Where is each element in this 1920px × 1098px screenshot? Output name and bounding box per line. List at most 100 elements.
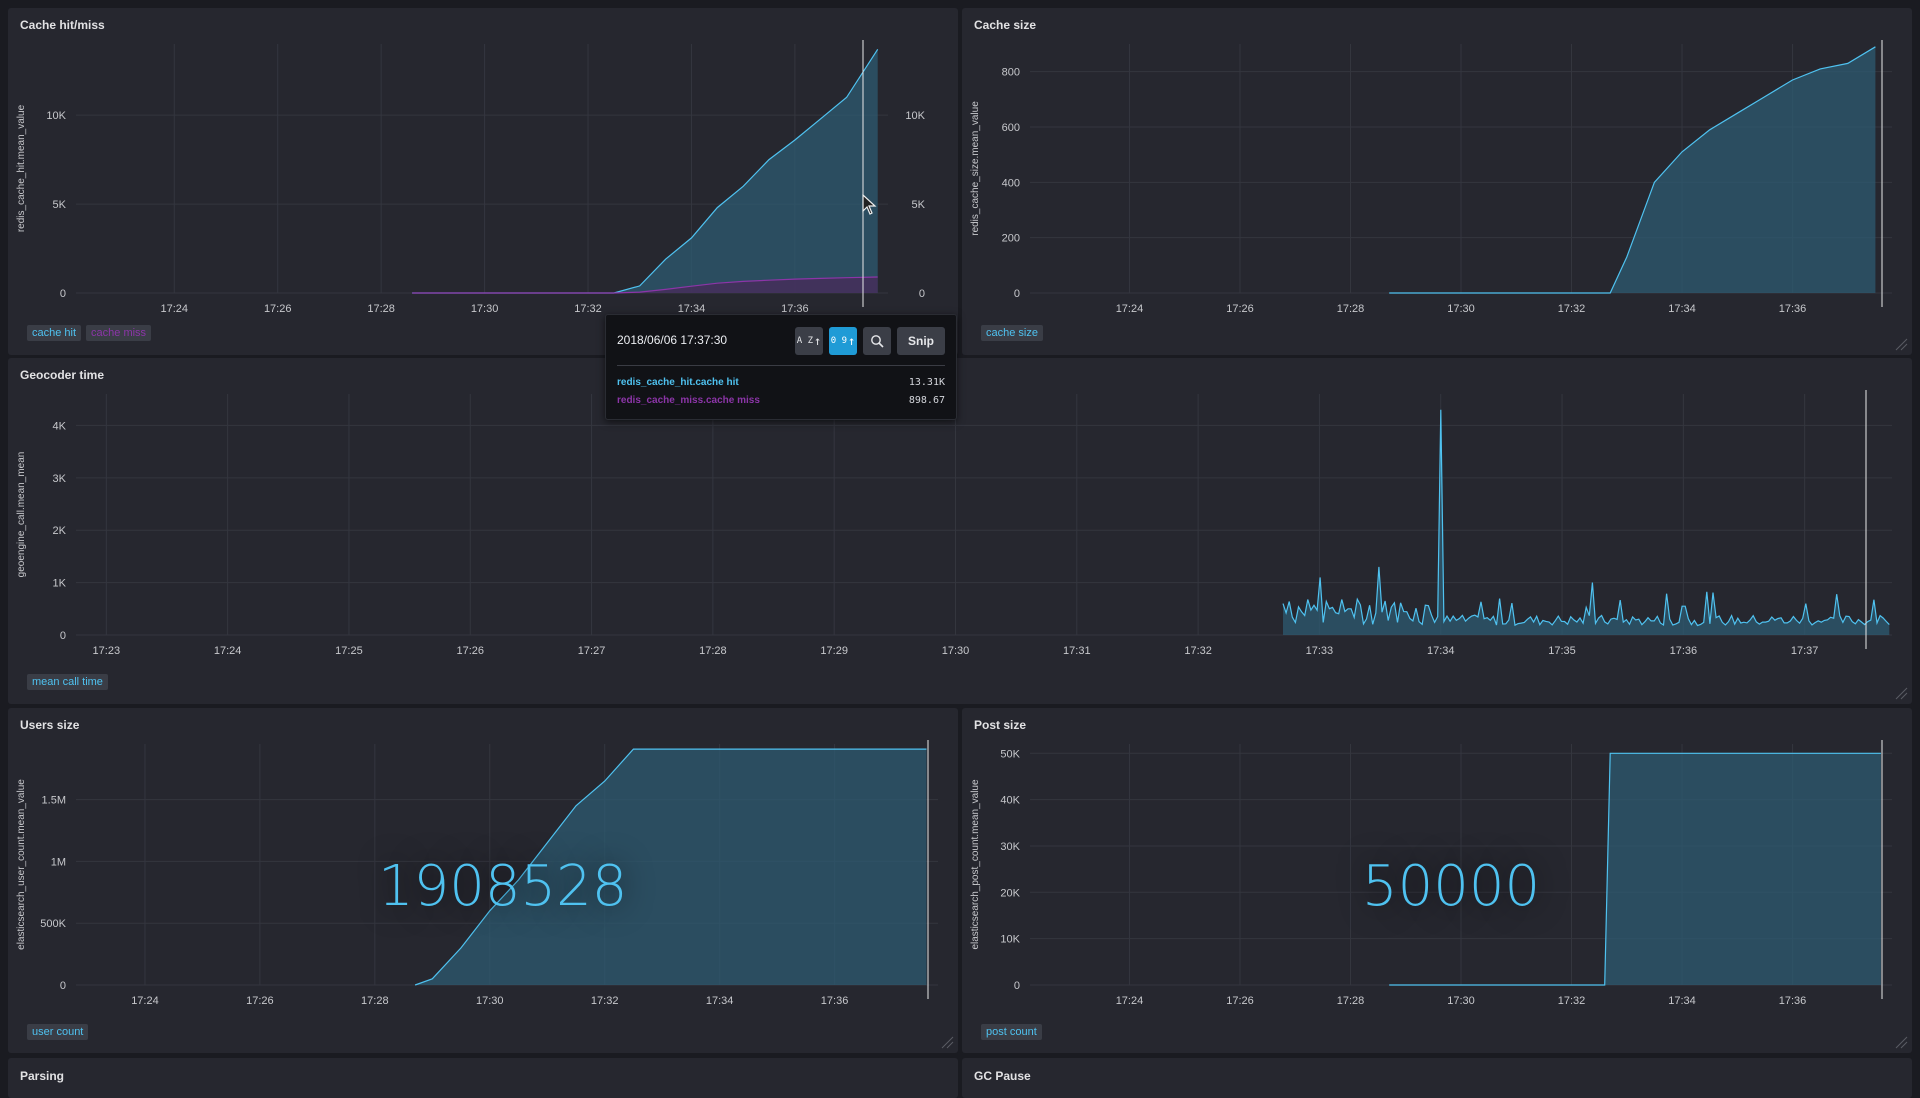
x-tick-label: 17:28 [367,303,395,315]
big-number-value: 1908528 [378,854,628,919]
tooltip-series-name: redis_cache_hit.cache hit [617,377,739,388]
y-axis-label: elasticsearch_post_count.mean_value [970,779,981,950]
legend: cache size [981,325,1043,341]
big-number-value: 50000 [1362,854,1541,919]
y-tick-label: 20K [1000,887,1020,899]
x-tick-label: 17:32 [1558,303,1586,315]
chart-cache-hit-miss[interactable]: 05K10K05K10K17:24 17:26 17:28 17:30 17:32 17:… [8,8,958,355]
y-tick-label: 400 [1002,177,1020,189]
x-tick-label: 17:37 [1791,645,1819,657]
x-tick-label: 17:30 [1447,303,1475,315]
y-tick-label: 10K [1000,934,1020,946]
hover-tooltip: 2018/06/06 17:37:30 A Z ↑ 0 9 ↑ Snip red… [605,314,957,420]
y-tick-label: 10K [46,110,66,122]
y-tick-label: 30K [1000,841,1020,853]
y-tick-label: 1.5M [42,795,66,807]
x-tick-label: 17:23 [93,645,121,657]
resize-handle-icon[interactable] [1894,686,1908,700]
x-tick-label: 17:26 [456,645,484,657]
tooltip-row: redis_cache_miss.cache miss 898.67 [617,395,945,406]
y-tick-label: 500K [40,918,66,930]
x-tick-label: 17:28 [1337,995,1365,1007]
x-tick-label: 17:36 [821,995,849,1007]
panel-users-size: Users size 0 500K 1M 1.5M 17:24 17:26 17:28 17:… [8,708,958,1053]
panel-title[interactable]: Parsing [20,1069,64,1083]
y-tick-label: 1K [53,578,67,590]
y-tick-label: 1M [51,856,66,868]
snip-button[interactable]: Snip [897,327,945,355]
panel-gc-pause: GC Pause [962,1058,1912,1098]
y-tick-label: 50K [1000,748,1020,760]
legend: user count [27,1024,89,1040]
x-tick-label: 17:30 [476,995,504,1007]
y-axis-label: geoengine_call.mean_mean [16,452,27,578]
x-tick-label: 17:26 [1226,995,1254,1007]
x-tick-label: 17:24 [131,995,159,1007]
y-tick-label: 4K [53,420,67,432]
x-tick-label: 17:28 [1337,303,1365,315]
y-tick-label: 0 [60,630,66,642]
legend-item-cache-hit[interactable]: cache hit [27,325,82,341]
sort-alpha-icon: A Z [796,336,814,346]
panel-post-size: Post size 0 10K 20K 30K 40K 50K 17:24 17:26 17:2… [962,708,1912,1053]
y-tick-label: 0 [1014,980,1020,992]
x-tick-label: 17:25 [335,645,363,657]
y-axis-label: redis_cache_size.mean_value [970,101,981,236]
tooltip-divider [617,365,945,366]
y-axis-label: elasticsearch_user_count.mean_value [16,779,27,950]
y-tick-label: 2K [53,525,67,537]
x-tick-label: 17:26 [1226,303,1254,315]
panel-title[interactable]: GC Pause [974,1069,1031,1083]
x-tick-label: 17:31 [1063,645,1091,657]
x-tick-label: 17:36 [1670,645,1698,657]
x-tick-label: 17:36 [1779,303,1807,315]
y-axis-label: redis_cache_hit.mean_value [16,104,27,232]
x-tick-label: 17:35 [1548,645,1576,657]
chart-geocoder-time[interactable]: 0 1K 2K 3K 4K 17:23 17:24 17:25 17:26 17:27 17:28 1… [8,358,1912,704]
sort-numeric-icon: 0 9 [830,336,848,346]
x-tick-label: 17:24 [161,303,189,315]
x-tick-label: 17:28 [699,645,727,657]
tooltip-series-value: 13.31K [908,377,945,388]
sort-alpha-button[interactable]: A Z ↑ [795,327,823,355]
series-area-cache-size [1389,46,1876,293]
resize-handle-icon[interactable] [940,1035,954,1049]
y-tick-label: 200 [1002,233,1020,245]
search-icon [871,335,884,348]
y-tick-label: 800 [1002,67,1020,79]
x-tick-label: 17:34 [1668,303,1696,315]
y-tick-label: 600 [1002,122,1020,134]
panel-parsing: Parsing [8,1058,958,1098]
y-tick-label: 3K [53,473,67,485]
x-tick-label: 17:26 [246,995,274,1007]
x-tick-label: 17:24 [214,645,242,657]
chart-cache-size[interactable]: 0 200 400 600 800 17:24 17:26 17:28 17:30 17:32 17… [962,8,1912,355]
legend-item-post-count[interactable]: post count [981,1024,1042,1040]
tooltip-timestamp: 2018/06/06 17:37:30 [617,333,728,347]
y2-tick-label: 0 [919,288,925,300]
x-tick-label: 17:32 [1558,995,1586,1007]
y-tick-label: 40K [1000,795,1020,807]
x-tick-label: 17:26 [264,303,292,315]
y-tick-label: 0 [1014,288,1020,300]
x-tick-label: 17:32 [1184,645,1212,657]
y-tick-label: 0 [60,980,66,992]
legend-item-mean-call-time[interactable]: mean call time [27,674,108,690]
tooltip-series-value: 898.67 [908,395,945,406]
resize-handle-icon[interactable] [1894,1035,1908,1049]
legend: mean call time [27,674,108,690]
search-button[interactable] [863,327,891,355]
legend: post count [981,1024,1042,1040]
legend: cache hit cache miss [27,325,152,341]
x-tick-label: 17:34 [706,995,734,1007]
x-tick-label: 17:30 [471,303,499,315]
y2-tick-label: 5K [912,199,926,211]
tooltip-series-name: redis_cache_miss.cache miss [617,395,760,406]
series-line-mean-call-time [1282,409,1890,627]
legend-item-user-count[interactable]: user count [27,1024,89,1040]
legend-item-cache-miss[interactable]: cache miss [86,325,152,341]
series-area-cache-hit [412,49,878,293]
legend-item-cache-size[interactable]: cache size [981,325,1043,341]
sort-numeric-button[interactable]: 0 9 ↑ [829,327,857,355]
resize-handle-icon[interactable] [1894,337,1908,351]
